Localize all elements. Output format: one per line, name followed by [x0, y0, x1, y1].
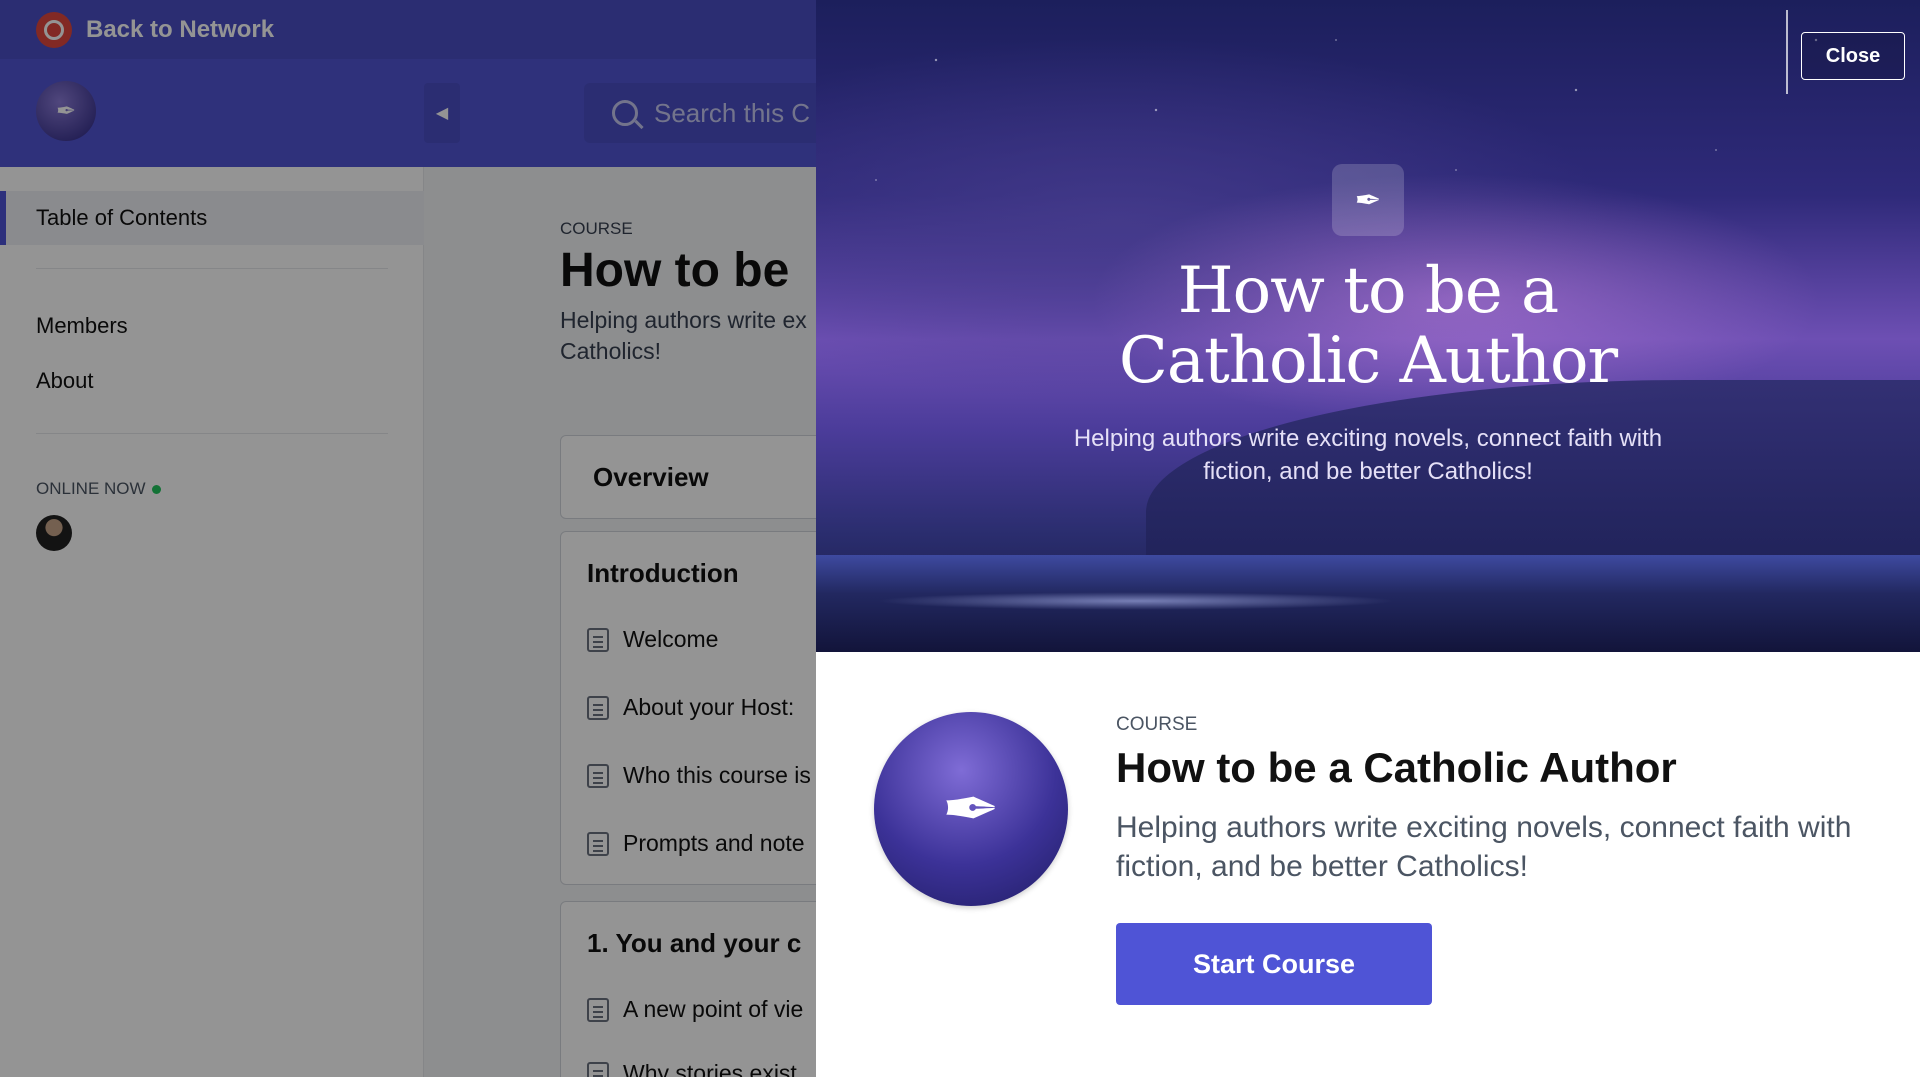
close-button[interactable]: Close — [1801, 32, 1905, 80]
close-separator — [1786, 10, 1788, 94]
course-preview-modal: ✒ How to be a Catholic Author Helping au… — [816, 0, 1920, 1077]
modal-course-subtitle: Helping authors write exciting novels, c… — [1116, 811, 1852, 883]
hero-title: How to be a Catholic Author — [1118, 254, 1618, 398]
hero-subtitle: Helping authors write exciting novels, c… — [1073, 425, 1663, 485]
feather-icon: ✒ — [941, 770, 1001, 848]
course-logo: ✒ — [874, 712, 1068, 906]
hero-feather-icon: ✒ — [1332, 164, 1404, 236]
start-course-button[interactable]: Start Course — [1116, 923, 1432, 1005]
hero-water-glint — [876, 592, 1396, 610]
modal-course-label: COURSE — [1116, 714, 1198, 735]
course-hero-image: ✒ How to be a Catholic Author Helping au… — [816, 0, 1920, 652]
modal-course-title: How to be a Catholic Author — [1116, 744, 1677, 791]
